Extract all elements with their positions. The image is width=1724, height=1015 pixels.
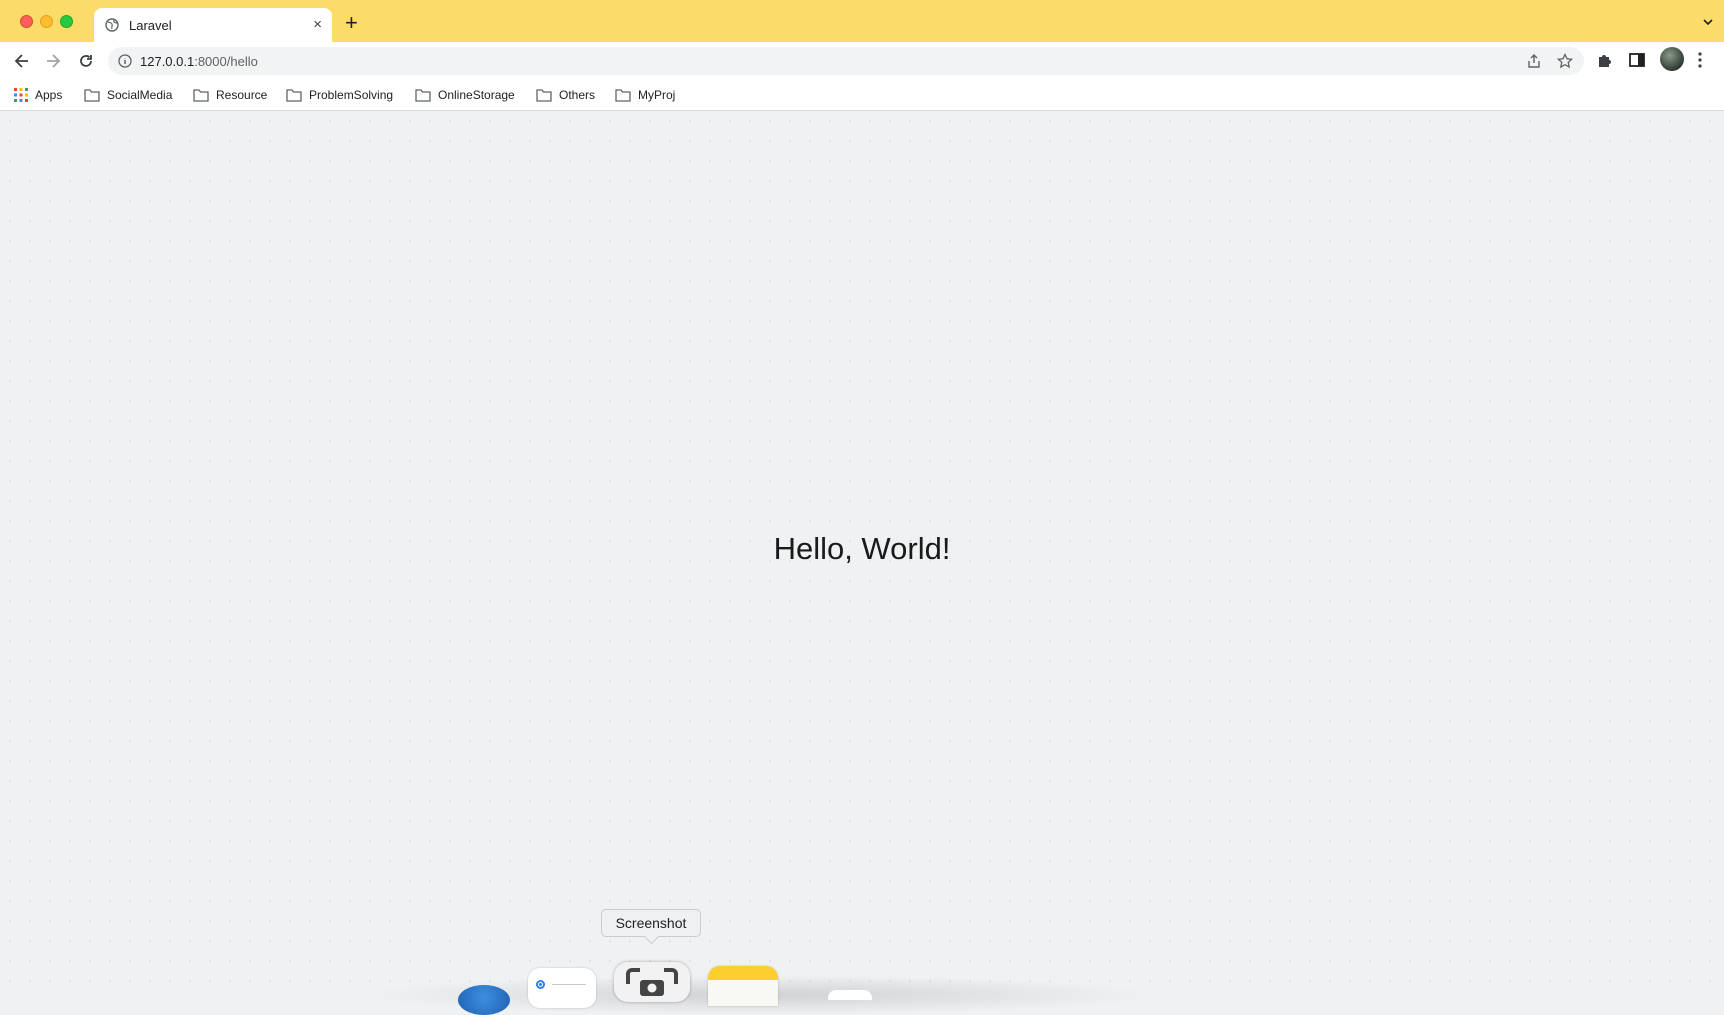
folder-icon bbox=[536, 89, 552, 102]
url-path: :8000/hello bbox=[194, 54, 258, 69]
bookmark-folder-others[interactable]: Others bbox=[536, 86, 595, 104]
dock-app-reminders-icon[interactable] bbox=[528, 968, 596, 1008]
bookmark-label: Others bbox=[559, 88, 596, 102]
bookmark-folder-myproj[interactable]: MyProj bbox=[615, 86, 675, 104]
minimize-window-button[interactable] bbox=[40, 15, 53, 28]
browser-toolbar: 127.0.0.1:8000/hello bbox=[0, 42, 1724, 80]
bookmark-label: ProblemSolving bbox=[309, 88, 394, 102]
reminder-line bbox=[552, 984, 586, 985]
bookmark-folder-problemsolving[interactable]: ProblemSolving bbox=[286, 86, 393, 104]
page-content: Hello, World! bbox=[0, 111, 1724, 994]
globe-icon bbox=[105, 18, 119, 37]
dock-app-globe-icon[interactable] bbox=[458, 985, 510, 1015]
bookmark-label: MyProj bbox=[638, 88, 676, 102]
side-panel-icon[interactable] bbox=[1628, 51, 1646, 74]
folder-icon bbox=[415, 89, 431, 102]
reminder-dot bbox=[536, 980, 545, 989]
dock-app-notes-icon[interactable] bbox=[708, 966, 778, 1006]
dock-app-screenshot-icon[interactable] bbox=[614, 962, 690, 1002]
tab-search-chevron-icon[interactable] bbox=[1702, 15, 1714, 33]
forward-arrow-icon[interactable] bbox=[43, 51, 63, 76]
site-info-icon[interactable] bbox=[118, 54, 132, 73]
folder-icon bbox=[193, 89, 209, 102]
bookmarks-bar: Apps SocialMedia Resource ProblemSolving… bbox=[0, 80, 1724, 111]
folder-icon bbox=[286, 89, 302, 102]
extensions-puzzle-icon[interactable] bbox=[1596, 51, 1614, 74]
address-bar[interactable]: 127.0.0.1:8000/hello bbox=[108, 47, 1584, 75]
back-arrow-icon[interactable] bbox=[12, 51, 32, 76]
url-host: 127.0.0.1 bbox=[140, 54, 195, 69]
folder-icon bbox=[84, 89, 100, 102]
bookmark-apps[interactable]: Apps bbox=[14, 86, 62, 104]
bookmark-label: SocialMedia bbox=[107, 88, 173, 102]
active-tab[interactable]: Laravel × bbox=[94, 8, 332, 42]
tab-close-button[interactable]: × bbox=[313, 17, 322, 33]
bookmark-folder-resource[interactable]: Resource bbox=[193, 86, 267, 104]
apps-grid-icon bbox=[14, 88, 28, 102]
new-tab-button[interactable]: + bbox=[345, 12, 358, 34]
profile-avatar[interactable] bbox=[1660, 47, 1684, 71]
more-menu-icon[interactable] bbox=[1696, 51, 1704, 74]
dock-tooltip: Screenshot bbox=[601, 909, 701, 937]
browser-tab-bar: Laravel × + bbox=[0, 0, 1724, 42]
reload-icon[interactable] bbox=[76, 51, 96, 76]
bookmark-label: OnlineStorage bbox=[438, 88, 515, 102]
bookmark-label: Apps bbox=[35, 88, 63, 102]
tab-title: Laravel bbox=[129, 18, 172, 33]
share-icon[interactable] bbox=[1526, 53, 1542, 74]
zoom-window-button[interactable] bbox=[60, 15, 73, 28]
bookmark-folder-onlinestorage[interactable]: OnlineStorage bbox=[415, 86, 515, 104]
dock-app-partial-icon[interactable] bbox=[828, 990, 872, 1000]
page-heading: Hello, World! bbox=[773, 531, 951, 566]
url-text: 127.0.0.1:8000/hello bbox=[140, 54, 258, 69]
close-window-button[interactable] bbox=[20, 15, 33, 28]
bookmark-label: Resource bbox=[216, 88, 268, 102]
bookmark-star-icon[interactable] bbox=[1556, 52, 1574, 74]
bookmark-folder-socialmedia[interactable]: SocialMedia bbox=[84, 86, 172, 104]
folder-icon bbox=[615, 89, 631, 102]
